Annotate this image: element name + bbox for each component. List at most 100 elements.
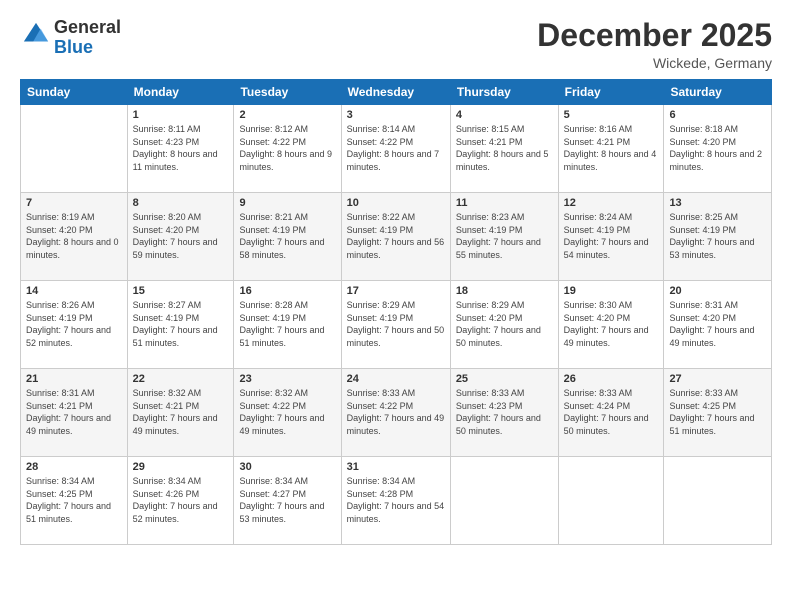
day-cell: 18 Sunrise: 8:29 AMSunset: 4:20 PMDayligh… bbox=[450, 281, 558, 369]
day-number: 7 bbox=[26, 197, 122, 209]
day-cell: 21 Sunrise: 8:31 AMSunset: 4:21 PMDayligh… bbox=[21, 369, 128, 457]
day-cell: 5 Sunrise: 8:16 AMSunset: 4:21 PMDaylight… bbox=[558, 105, 664, 193]
day-number: 15 bbox=[133, 285, 229, 297]
day-cell: 30 Sunrise: 8:34 AMSunset: 4:27 PMDayligh… bbox=[234, 457, 341, 545]
day-cell: 10Sunrise: 8:22 AMSunset: 4:19 PMDayligh… bbox=[341, 193, 450, 281]
logo-blue-text: Blue bbox=[54, 37, 93, 57]
day-number: 17 bbox=[347, 285, 445, 297]
day-cell: 29 Sunrise: 8:34 AMSunset: 4:26 PMDayligh… bbox=[127, 457, 234, 545]
day-cell: 27 Sunrise: 8:33 AMSunset: 4:25 PMDayligh… bbox=[664, 369, 772, 457]
day-info: Sunrise: 8:28 AMSunset: 4:19 PMDaylight:… bbox=[239, 299, 335, 349]
title-block: December 2025 Wickede, Germany bbox=[537, 18, 772, 71]
day-number: 11 bbox=[456, 197, 553, 209]
day-cell: 14 Sunrise: 8:26 AMSunset: 4:19 PMDayligh… bbox=[21, 281, 128, 369]
col-monday: Monday bbox=[127, 80, 234, 105]
day-cell: 20 Sunrise: 8:31 AMSunset: 4:20 PMDayligh… bbox=[664, 281, 772, 369]
day-cell: 9 Sunrise: 8:21 AMSunset: 4:19 PMDaylight… bbox=[234, 193, 341, 281]
day-info: Sunrise: 8:30 AMSunset: 4:20 PMDaylight:… bbox=[564, 299, 659, 349]
day-cell: 13 Sunrise: 8:25 AMSunset: 4:19 PMDayligh… bbox=[664, 193, 772, 281]
day-info: Sunrise: 8:31 AMSunset: 4:21 PMDaylight:… bbox=[26, 387, 122, 437]
day-cell: 1 Sunrise: 8:11 AMSunset: 4:23 PMDaylight… bbox=[127, 105, 234, 193]
day-info: Sunrise: 8:29 AMSunset: 4:20 PMDaylight:… bbox=[456, 299, 553, 349]
col-sunday: Sunday bbox=[21, 80, 128, 105]
day-cell: 2Sunrise: 8:12 AMSunset: 4:22 PMDaylight… bbox=[234, 105, 341, 193]
week-row-0: 1 Sunrise: 8:11 AMSunset: 4:23 PMDaylight… bbox=[21, 105, 772, 193]
day-number: 18 bbox=[456, 285, 553, 297]
day-cell: 3Sunrise: 8:14 AMSunset: 4:22 PMDaylight… bbox=[341, 105, 450, 193]
day-number: 5 bbox=[564, 109, 659, 121]
col-thursday: Thursday bbox=[450, 80, 558, 105]
day-info: Sunrise: 8:33 AMSunset: 4:25 PMDaylight:… bbox=[669, 387, 766, 437]
day-number: 13 bbox=[669, 197, 766, 209]
day-info: Sunrise: 8:14 AMSunset: 4:22 PMDaylight:… bbox=[347, 123, 445, 173]
month-title: December 2025 bbox=[537, 18, 772, 53]
calendar-header-row: Sunday Monday Tuesday Wednesday Thursday… bbox=[21, 80, 772, 105]
day-info: Sunrise: 8:26 AMSunset: 4:19 PMDaylight:… bbox=[26, 299, 122, 349]
day-cell bbox=[558, 457, 664, 545]
day-info: Sunrise: 8:15 AMSunset: 4:21 PMDaylight:… bbox=[456, 123, 553, 173]
day-number: 29 bbox=[133, 461, 229, 473]
day-cell: 26 Sunrise: 8:33 AMSunset: 4:24 PMDayligh… bbox=[558, 369, 664, 457]
day-cell: 8Sunrise: 8:20 AMSunset: 4:20 PMDaylight… bbox=[127, 193, 234, 281]
day-cell: 11Sunrise: 8:23 AMSunset: 4:19 PMDayligh… bbox=[450, 193, 558, 281]
day-info: Sunrise: 8:16 AMSunset: 4:21 PMDaylight:… bbox=[564, 123, 659, 173]
week-row-1: 7 Sunrise: 8:19 AMSunset: 4:20 PMDaylight… bbox=[21, 193, 772, 281]
day-info: Sunrise: 8:33 AMSunset: 4:24 PMDaylight:… bbox=[564, 387, 659, 437]
day-info: Sunrise: 8:34 AMSunset: 4:26 PMDaylight:… bbox=[133, 475, 229, 525]
day-info: Sunrise: 8:27 AMSunset: 4:19 PMDaylight:… bbox=[133, 299, 229, 349]
page: General Blue December 2025 Wickede, Germ… bbox=[0, 0, 792, 612]
day-info: Sunrise: 8:34 AMSunset: 4:27 PMDaylight:… bbox=[239, 475, 335, 525]
day-cell: 31Sunrise: 8:34 AMSunset: 4:28 PMDayligh… bbox=[341, 457, 450, 545]
day-cell: 22Sunrise: 8:32 AMSunset: 4:21 PMDayligh… bbox=[127, 369, 234, 457]
day-info: Sunrise: 8:20 AMSunset: 4:20 PMDaylight:… bbox=[133, 211, 229, 261]
col-tuesday: Tuesday bbox=[234, 80, 341, 105]
day-cell: 23 Sunrise: 8:32 AMSunset: 4:22 PMDayligh… bbox=[234, 369, 341, 457]
day-number: 14 bbox=[26, 285, 122, 297]
day-cell: 15 Sunrise: 8:27 AMSunset: 4:19 PMDayligh… bbox=[127, 281, 234, 369]
logo: General Blue bbox=[20, 18, 121, 58]
day-cell: 16Sunrise: 8:28 AMSunset: 4:19 PMDayligh… bbox=[234, 281, 341, 369]
day-info: Sunrise: 8:21 AMSunset: 4:19 PMDaylight:… bbox=[239, 211, 335, 261]
day-number: 1 bbox=[133, 109, 229, 121]
location: Wickede, Germany bbox=[537, 55, 772, 71]
logo-icon bbox=[22, 21, 50, 49]
day-info: Sunrise: 8:33 AMSunset: 4:23 PMDaylight:… bbox=[456, 387, 553, 437]
day-info: Sunrise: 8:22 AMSunset: 4:19 PMDaylight:… bbox=[347, 211, 445, 261]
day-number: 20 bbox=[669, 285, 766, 297]
day-number: 4 bbox=[456, 109, 553, 121]
day-number: 26 bbox=[564, 373, 659, 385]
day-cell: 6Sunrise: 8:18 AMSunset: 4:20 PMDaylight… bbox=[664, 105, 772, 193]
week-row-3: 21 Sunrise: 8:31 AMSunset: 4:21 PMDayligh… bbox=[21, 369, 772, 457]
day-cell: 28Sunrise: 8:34 AMSunset: 4:25 PMDayligh… bbox=[21, 457, 128, 545]
day-info: Sunrise: 8:11 AMSunset: 4:23 PMDaylight:… bbox=[133, 123, 229, 173]
day-number: 31 bbox=[347, 461, 445, 473]
day-cell: 25 Sunrise: 8:33 AMSunset: 4:23 PMDayligh… bbox=[450, 369, 558, 457]
day-number: 27 bbox=[669, 373, 766, 385]
day-number: 9 bbox=[239, 197, 335, 209]
day-number: 23 bbox=[239, 373, 335, 385]
day-cell: 12 Sunrise: 8:24 AMSunset: 4:19 PMDayligh… bbox=[558, 193, 664, 281]
day-cell: 7 Sunrise: 8:19 AMSunset: 4:20 PMDaylight… bbox=[21, 193, 128, 281]
day-number: 12 bbox=[564, 197, 659, 209]
header: General Blue December 2025 Wickede, Germ… bbox=[20, 18, 772, 71]
day-info: Sunrise: 8:24 AMSunset: 4:19 PMDaylight:… bbox=[564, 211, 659, 261]
day-info: Sunrise: 8:25 AMSunset: 4:19 PMDaylight:… bbox=[669, 211, 766, 261]
col-saturday: Saturday bbox=[664, 80, 772, 105]
day-cell: 17Sunrise: 8:29 AMSunset: 4:19 PMDayligh… bbox=[341, 281, 450, 369]
day-info: Sunrise: 8:31 AMSunset: 4:20 PMDaylight:… bbox=[669, 299, 766, 349]
day-info: Sunrise: 8:19 AMSunset: 4:20 PMDaylight:… bbox=[26, 211, 122, 261]
day-cell: 19Sunrise: 8:30 AMSunset: 4:20 PMDayligh… bbox=[558, 281, 664, 369]
day-cell bbox=[450, 457, 558, 545]
day-cell: 4 Sunrise: 8:15 AMSunset: 4:21 PMDaylight… bbox=[450, 105, 558, 193]
day-number: 6 bbox=[669, 109, 766, 121]
day-number: 21 bbox=[26, 373, 122, 385]
day-number: 28 bbox=[26, 461, 122, 473]
day-number: 22 bbox=[133, 373, 229, 385]
day-info: Sunrise: 8:12 AMSunset: 4:22 PMDaylight:… bbox=[239, 123, 335, 173]
col-wednesday: Wednesday bbox=[341, 80, 450, 105]
day-cell: 24Sunrise: 8:33 AMSunset: 4:22 PMDayligh… bbox=[341, 369, 450, 457]
day-number: 30 bbox=[239, 461, 335, 473]
day-number: 25 bbox=[456, 373, 553, 385]
day-info: Sunrise: 8:32 AMSunset: 4:22 PMDaylight:… bbox=[239, 387, 335, 437]
day-number: 24 bbox=[347, 373, 445, 385]
